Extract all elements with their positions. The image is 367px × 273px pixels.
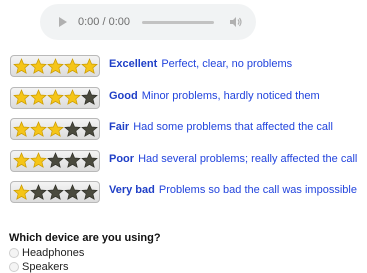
star-filled-icon (12, 152, 30, 168)
star-filled-icon (29, 89, 47, 105)
rating-option-good[interactable]: Good Minor problems, hardly noticed them (10, 86, 367, 119)
headphones-radio[interactable] (9, 248, 19, 258)
rating-label: Fair (109, 121, 130, 133)
star-rating-button[interactable] (10, 181, 100, 203)
star-filled-icon (63, 89, 81, 105)
star-empty-icon (29, 183, 47, 200)
star-rating-button[interactable] (10, 118, 100, 140)
device-option-speakers[interactable]: Speakers (9, 261, 68, 273)
rating-text: Very bad Problems so bad the call was imp… (109, 181, 357, 197)
star-filled-icon (46, 57, 64, 74)
star-filled-icon (46, 120, 64, 137)
rating-label: Excellent (109, 58, 158, 70)
rating-label: Poor (109, 152, 135, 165)
star-empty-icon (63, 183, 81, 200)
rating-description: Had several problems; really affected th… (138, 152, 358, 165)
device-option-headphones[interactable]: Headphones (9, 247, 84, 259)
star-filled-icon (29, 57, 47, 74)
star-filled-icon (12, 57, 30, 74)
rating-description: Had some problems that affected the call (133, 121, 333, 133)
device-option-label: Speakers (22, 261, 69, 273)
star-rating-button[interactable] (10, 55, 100, 77)
rating-text: Poor Had several problems; really affecte… (109, 150, 357, 166)
rating-text: Fair Had some problems that affected the … (109, 118, 333, 134)
play-button[interactable] (56, 15, 70, 29)
audio-player: 0:00 / 0:00 (40, 4, 256, 40)
seek-bar[interactable] (142, 20, 214, 24)
star-filled-icon (29, 152, 47, 168)
star-empty-icon (80, 120, 98, 137)
star-filled-icon (63, 57, 81, 74)
star-filled-icon (29, 120, 47, 137)
star-empty-icon (80, 89, 98, 105)
rating-label: Very bad (109, 184, 155, 196)
star-filled-icon (12, 183, 30, 200)
star-empty-icon (46, 152, 64, 168)
rating-description: Perfect, clear, no problems (161, 58, 293, 70)
star-filled-icon (80, 57, 98, 74)
rating-text: Excellent Perfect, clear, no problems (109, 55, 292, 71)
rating-label: Good (109, 89, 138, 102)
time-display: 0:00 / 0:00 (78, 16, 130, 28)
star-empty-icon (80, 152, 98, 168)
rating-description: Minor problems, hardly noticed them (141, 89, 320, 102)
rating-description: Problems so bad the call was impossible (158, 184, 357, 196)
rating-option-poor[interactable]: Poor Had several problems; really affecte… (10, 149, 367, 182)
device-option-label: Headphones (22, 247, 85, 259)
rating-option-very-bad[interactable]: Very bad Problems so bad the call was imp… (10, 181, 367, 213)
play-icon (59, 17, 67, 27)
star-empty-icon (63, 120, 81, 137)
star-filled-icon (46, 89, 64, 105)
star-rating-button[interactable] (10, 86, 100, 109)
speakers-radio[interactable] (9, 262, 19, 272)
star-empty-icon (80, 183, 98, 200)
rating-text: Good Minor problems, hardly noticed them (109, 87, 320, 103)
rating-option-excellent[interactable]: Excellent Perfect, clear, no problems (10, 55, 367, 87)
volume-button[interactable] (228, 14, 244, 30)
device-question-title: Which device are you using? (9, 232, 161, 244)
rating-list: Excellent Perfect, clear, no problems Good… (10, 55, 367, 213)
star-rating-button[interactable] (10, 149, 100, 172)
star-empty-icon (63, 152, 81, 168)
speaker-icon (230, 17, 242, 27)
star-filled-icon (12, 89, 30, 105)
rating-option-fair[interactable]: Fair Had some problems that affected the … (10, 118, 367, 150)
star-filled-icon (12, 120, 30, 137)
star-empty-icon (46, 183, 64, 200)
